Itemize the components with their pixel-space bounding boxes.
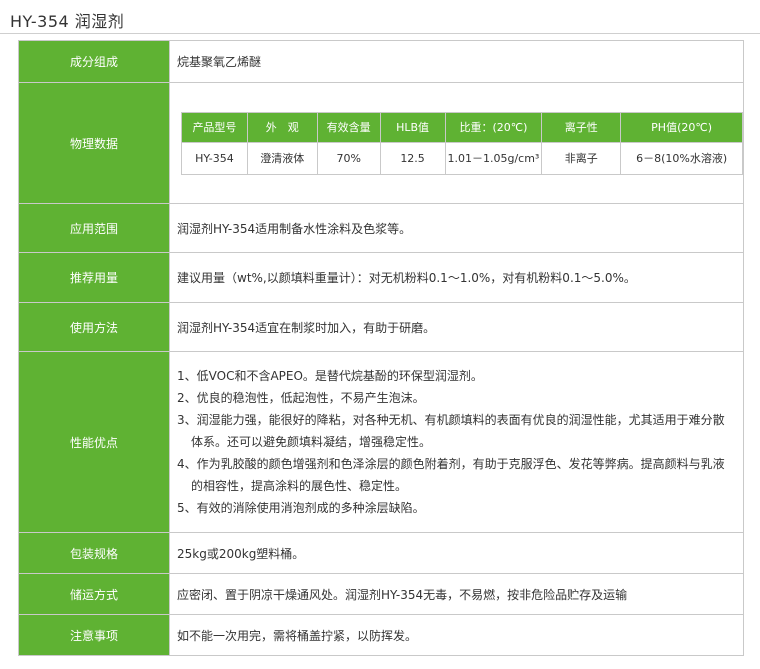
- row-value: 如不能一次用完，需将桶盖拧紧，以防挥发。: [169, 614, 744, 656]
- row-notes: 注意事项 如不能一次用完，需将桶盖拧紧，以防挥发。: [18, 614, 744, 656]
- row-label: 注意事项: [18, 614, 170, 656]
- row-value: 产品型号 外 观 有效含量 HLB值 比重：(20℃) 离子性 PH值(20℃)…: [169, 82, 744, 204]
- col-header: HLB值: [379, 111, 446, 143]
- row-physical-data: 物理数据 产品型号 外 观 有效含量 HLB值 比重：(20℃) 离子性 PH值…: [18, 82, 744, 204]
- row-value: 润湿剂HY-354适宜在制浆时加入，有助于研磨。: [169, 302, 744, 352]
- row-value: 25kg或200kg塑料桶。: [169, 532, 744, 574]
- spec-table: 成分组成 烷基聚氧乙烯醚 物理数据 产品型号 外 观 有效含量 HLB值 比重：…: [18, 40, 744, 656]
- col-header: 比重：(20℃): [444, 111, 543, 143]
- cell: 70%: [316, 141, 381, 175]
- physical-data-row: HY-354 澄清液体 70% 12.5 1.01－1.05g/cm³ 非离子 …: [181, 141, 743, 175]
- row-value: 烷基聚氧乙烯醚: [169, 40, 744, 83]
- row-label: 推荐用量: [18, 252, 170, 303]
- row-label: 成分组成: [18, 40, 170, 83]
- list-item: 5、有效的消除使用消泡剂成的多种涂层缺陷。: [177, 501, 425, 515]
- row-value: 建议用量（wt%,以颜填料重量计）：对无机粉料0.1～1.0%，对有机粉料0.1…: [169, 252, 744, 303]
- row-packaging: 包装规格 25kg或200kg塑料桶。: [18, 532, 744, 574]
- advantages-list: 1、低VOC和不含APEO。是替代烷基酚的环保型润湿剂。 2、优良的稳泡性，低起…: [177, 365, 743, 519]
- row-label: 使用方法: [18, 302, 170, 352]
- cell: 1.01－1.05g/cm³: [444, 141, 543, 175]
- list-item: 4、作为乳胶酸的颜色增强剂和色泽涂层的颜色附着剂，有助于克服浮色、发花等弊病。提…: [177, 457, 725, 493]
- row-label: 性能优点: [18, 351, 170, 533]
- col-header: 有效含量: [316, 111, 381, 143]
- row-value: 1、低VOC和不含APEO。是替代烷基酚的环保型润湿剂。 2、优良的稳泡性，低起…: [169, 351, 744, 533]
- col-header: 外 观: [246, 111, 318, 143]
- col-header: 产品型号: [181, 111, 248, 143]
- col-header: PH值(20℃): [620, 111, 743, 143]
- cell: 6－8(10%水溶液): [620, 141, 743, 175]
- row-usage: 使用方法 润湿剂HY-354适宜在制浆时加入，有助于研磨。: [18, 302, 744, 352]
- physical-data-header: 产品型号 外 观 有效含量 HLB值 比重：(20℃) 离子性 PH值(20℃): [181, 111, 743, 143]
- row-value: 应密闭、置于阴凉干燥通风处。润湿剂HY-354无毒，不易燃，按非危险品贮存及运输: [169, 573, 744, 615]
- row-dosage: 推荐用量 建议用量（wt%,以颜填料重量计）：对无机粉料0.1～1.0%，对有机…: [18, 252, 744, 303]
- col-header: 离子性: [541, 111, 622, 143]
- row-composition: 成分组成 烷基聚氧乙烯醚: [18, 40, 744, 83]
- row-label: 应用范围: [18, 203, 170, 253]
- list-item: 2、优良的稳泡性，低起泡性，不易产生泡沫。: [177, 391, 425, 405]
- cell: 澄清液体: [246, 141, 318, 175]
- cell: 非离子: [541, 141, 622, 175]
- row-application: 应用范围 润湿剂HY-354适用制备水性涂料及色浆等。: [18, 203, 744, 253]
- row-label: 物理数据: [18, 82, 170, 204]
- list-item: 3、润湿能力强，能很好的降粘，对各种无机、有机颜填料的表面有优良的润湿性能，尤其…: [177, 413, 725, 449]
- list-item: 1、低VOC和不含APEO。是替代烷基酚的环保型润湿剂。: [177, 369, 483, 383]
- row-label: 储运方式: [18, 573, 170, 615]
- row-label: 包装规格: [18, 532, 170, 574]
- title-divider: [0, 33, 760, 34]
- row-storage: 储运方式 应密闭、置于阴凉干燥通风处。润湿剂HY-354无毒，不易燃，按非危险品…: [18, 573, 744, 615]
- physical-data-table: 产品型号 外 观 有效含量 HLB值 比重：(20℃) 离子性 PH值(20℃)…: [181, 111, 743, 175]
- cell: HY-354: [181, 141, 248, 175]
- row-value: 润湿剂HY-354适用制备水性涂料及色浆等。: [169, 203, 744, 253]
- page-title: HY-354 润湿剂: [10, 12, 125, 31]
- row-advantages: 性能优点 1、低VOC和不含APEO。是替代烷基酚的环保型润湿剂。 2、优良的稳…: [18, 351, 744, 533]
- cell: 12.5: [379, 141, 446, 175]
